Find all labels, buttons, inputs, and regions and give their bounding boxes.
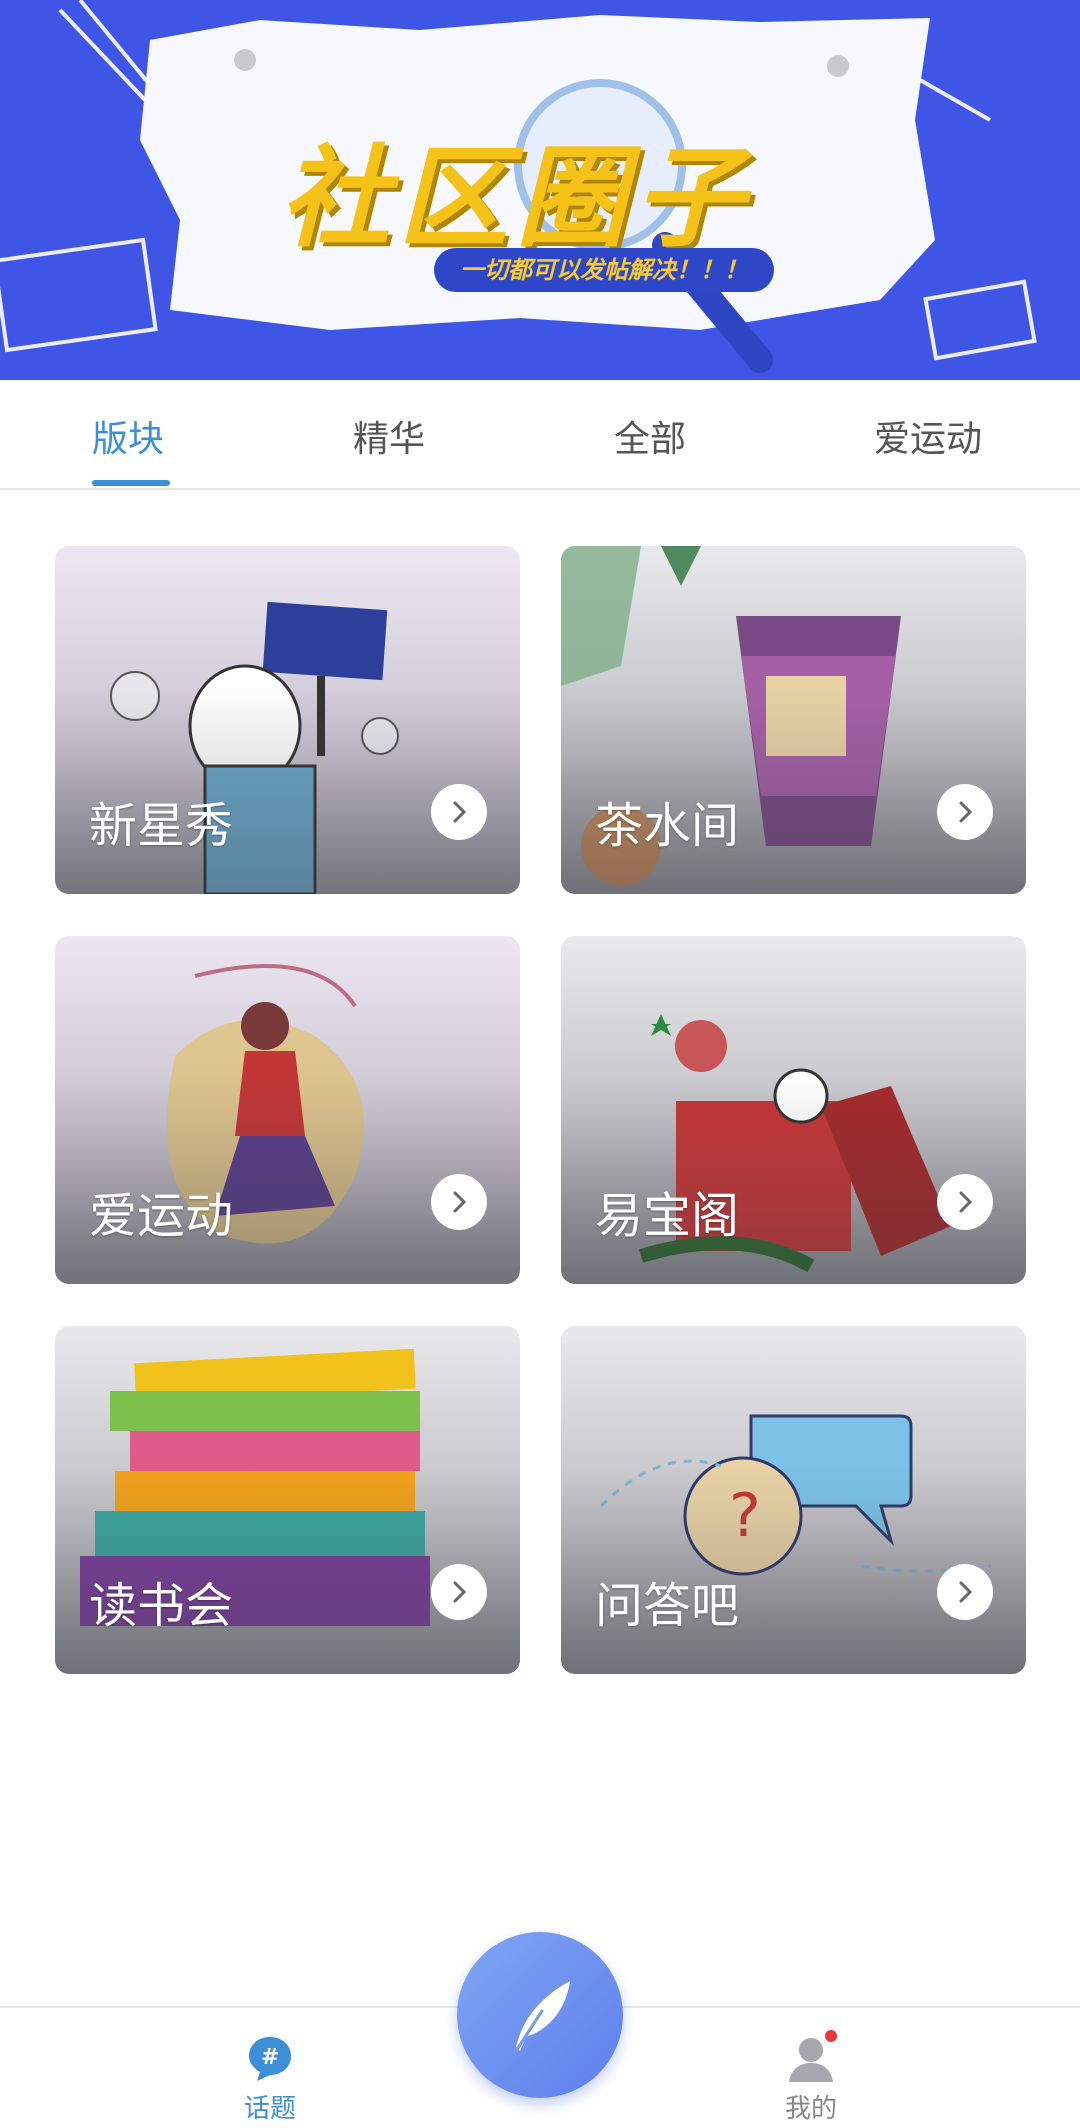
section-grid: 新星秀 茶水间 爱运动 易宝阁 读书会 问答吧 — [0, 490, 1080, 1690]
nav-topics-label: 话题 — [243, 2094, 296, 2124]
section-card-qa[interactable]: ? 问答吧 — [561, 1326, 1026, 1674]
section-card-label: 易宝阁 — [595, 1188, 740, 1244]
tab-featured[interactable]: 精华 — [353, 410, 425, 460]
svg-text:#: # — [261, 2045, 279, 2070]
section-card-bookclub[interactable]: 读书会 — [55, 1326, 520, 1674]
chevron-right-icon[interactable] — [431, 784, 487, 840]
section-card-label: 问答吧 — [595, 1578, 740, 1634]
banner[interactable]: 社区圈子 一切都可以发帖解决！！！ — [0, 0, 1080, 380]
section-card-treasure[interactable]: 易宝阁 — [561, 936, 1026, 1284]
tab-sports[interactable]: 爱运动 — [874, 410, 982, 460]
section-card-newstar[interactable]: 新星秀 — [55, 546, 520, 894]
section-card-teaRoom[interactable]: 茶水间 — [561, 546, 1026, 894]
banner-slogan: 一切都可以发帖解决！！！ — [434, 248, 774, 292]
section-card-label: 爱运动 — [89, 1188, 234, 1244]
nav-topics[interactable]: # 话题 — [200, 2028, 340, 2128]
tab-bar: 版块 精华 全部 爱运动 — [0, 380, 1080, 490]
app-root: 社区圈子 一切都可以发帖解决！！！ 版块 精华 全部 爱运动 新星秀 茶水间 爱… — [0, 0, 1080, 2128]
section-card-sports[interactable]: 爱运动 — [55, 936, 520, 1284]
section-card-label: 新星秀 — [89, 798, 234, 854]
new-post-button[interactable] — [457, 1932, 623, 2098]
notification-dot — [825, 2030, 837, 2042]
chevron-right-icon[interactable] — [431, 1564, 487, 1620]
user-icon — [789, 2030, 837, 2082]
section-card-label: 茶水间 — [595, 798, 740, 854]
chevron-right-icon[interactable] — [937, 1564, 993, 1620]
feather-quill-icon — [514, 1981, 570, 2053]
chevron-right-icon[interactable] — [937, 784, 993, 840]
chevron-right-icon[interactable] — [431, 1174, 487, 1230]
nav-mine[interactable]: 我的 — [741, 2028, 881, 2128]
chevron-right-icon[interactable] — [937, 1174, 993, 1230]
tab-all[interactable]: 全部 — [614, 410, 686, 460]
tab-sections[interactable]: 版块 — [92, 410, 164, 460]
banner-title: 社区圈子 — [280, 134, 752, 262]
nav-mine-label: 我的 — [784, 2094, 837, 2124]
section-card-label: 读书会 — [89, 1578, 234, 1634]
active-tab-indicator — [92, 480, 170, 486]
hashtag-chat-icon: # — [249, 2037, 291, 2081]
